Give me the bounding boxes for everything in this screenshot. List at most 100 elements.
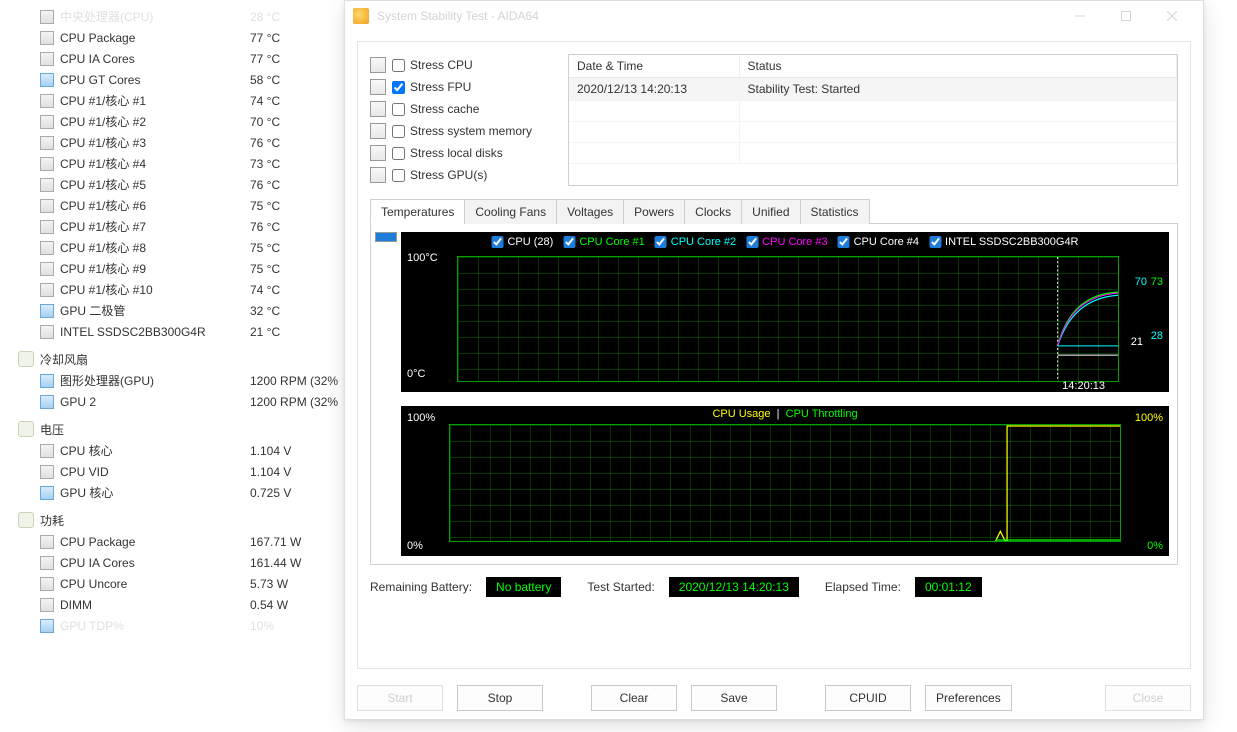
sensor-row[interactable]: CPU #1/核心 #675 °C <box>40 195 340 216</box>
sensor-row[interactable]: CPU 核心1.104 V <box>40 440 340 461</box>
log-row[interactable]: 2020/12/13 14:20:13 Stability Test: Star… <box>569 78 1177 101</box>
tab-clocks[interactable]: Clocks <box>684 199 742 224</box>
legend-checkbox[interactable] <box>655 236 667 248</box>
sensor-icon <box>40 199 54 213</box>
tab-voltages[interactable]: Voltages <box>556 199 624 224</box>
legend-item[interactable]: CPU Core #1 <box>563 236 644 248</box>
sensor-row[interactable]: GPU 二极管32 °C <box>40 300 340 321</box>
sensor-row[interactable]: CPU Uncore5.73 W <box>40 573 340 594</box>
status-line: Remaining Battery: No battery Test Start… <box>370 577 1178 597</box>
legend-checkbox[interactable] <box>746 236 758 248</box>
sensor-row[interactable]: CPU #1/核心 #1074 °C <box>40 279 340 300</box>
sensor-row[interactable]: CPU #1/核心 #975 °C <box>40 258 340 279</box>
tab-unified[interactable]: Unified <box>741 199 800 224</box>
tree-section-header[interactable]: 冷却风扇 <box>18 348 340 370</box>
tab-powers[interactable]: Powers <box>623 199 685 224</box>
sensor-icon <box>40 73 54 87</box>
sensor-row: GPU TDP% 10% <box>40 615 340 636</box>
legend-checkbox[interactable] <box>563 236 575 248</box>
window-title: System Stability Test - AIDA64 <box>377 9 1057 23</box>
tab-temperatures[interactable]: Temperatures <box>370 199 465 224</box>
legend-item[interactable]: CPU Core #4 <box>838 236 919 248</box>
graph-grid <box>457 256 1119 382</box>
col-status[interactable]: Status <box>739 55 1177 78</box>
y-axis-bottom: 0% <box>407 540 423 552</box>
cpuid-button[interactable]: CPUID <box>825 685 911 711</box>
y-axis-top-right: 100% <box>1135 412 1163 424</box>
stress-label: Stress GPU(s) <box>410 168 487 182</box>
legend-item[interactable]: CPU (28) <box>491 236 553 248</box>
sensor-row[interactable]: GPU 21200 RPM (32% <box>40 391 340 412</box>
legend-checkbox[interactable] <box>838 236 850 248</box>
sensor-icon <box>40 31 54 45</box>
sensor-row[interactable]: CPU IA Cores77 °C <box>40 48 340 69</box>
sensor-row[interactable]: CPU Package77 °C <box>40 27 340 48</box>
sensor-row[interactable]: CPU #1/核心 #376 °C <box>40 132 340 153</box>
sensor-row[interactable]: CPU #1/核心 #270 °C <box>40 111 340 132</box>
y-axis-top: 100% <box>407 412 435 424</box>
sensor-row[interactable]: DIMM0.54 W <box>40 594 340 615</box>
sensor-row: 中央处理器(CPU) 28 °C <box>40 6 340 27</box>
sensor-icon <box>40 374 54 388</box>
sensor-icon <box>40 220 54 234</box>
stress-checkbox[interactable] <box>392 103 405 116</box>
legend-checkbox[interactable] <box>929 236 941 248</box>
legend-item[interactable]: CPU Core #3 <box>746 236 827 248</box>
col-datetime[interactable]: Date & Time <box>569 55 739 78</box>
sensor-icon <box>40 598 54 612</box>
stress-option: Stress local disks <box>370 142 560 164</box>
sensor-row[interactable]: CPU VID1.104 V <box>40 461 340 482</box>
tree-section-header[interactable]: 功耗 <box>18 509 340 531</box>
sensor-row[interactable]: 图形处理器(GPU)1200 RPM (32% <box>40 370 340 391</box>
tab-statistics[interactable]: Statistics <box>800 199 870 224</box>
stress-checkbox[interactable] <box>392 169 405 182</box>
sensor-row[interactable]: INTEL SSDSC2BB300G4R21 °C <box>40 321 340 342</box>
sensor-row[interactable]: CPU #1/核心 #776 °C <box>40 216 340 237</box>
legend-item[interactable]: CPU Core #2 <box>655 236 736 248</box>
sensor-row[interactable]: CPU #1/核心 #473 °C <box>40 153 340 174</box>
sensor-row[interactable]: GPU 核心0.725 V <box>40 482 340 503</box>
stress-option: Stress system memory <box>370 120 560 142</box>
legend-item[interactable]: INTEL SSDSC2BB300G4R <box>929 236 1078 248</box>
reading-label: 73 <box>1151 276 1163 288</box>
sensor-row[interactable]: CPU #1/核心 #174 °C <box>40 90 340 111</box>
legend-checkbox[interactable] <box>491 236 503 248</box>
close-dialog-button[interactable]: Close <box>1105 685 1191 711</box>
maximize-button[interactable] <box>1103 1 1149 31</box>
start-button[interactable]: Start <box>357 685 443 711</box>
stress-checkbox[interactable] <box>392 81 405 94</box>
reading-label: 70 <box>1135 276 1147 288</box>
sensor-icon <box>40 395 54 409</box>
stress-icon <box>370 145 386 161</box>
stress-label: Stress FPU <box>410 80 471 94</box>
stress-checkbox[interactable] <box>392 125 405 138</box>
graph-timestamp: 14:20:13 <box>1062 380 1105 392</box>
stress-icon <box>370 101 386 117</box>
sensor-icon <box>40 535 54 549</box>
stress-icon <box>370 79 386 95</box>
clear-button[interactable]: Clear <box>591 685 677 711</box>
sensor-row[interactable]: CPU Package167.71 W <box>40 531 340 552</box>
stress-checkbox[interactable] <box>392 59 405 72</box>
sensor-icon <box>40 556 54 570</box>
stress-label: Stress system memory <box>410 124 532 138</box>
minimize-button[interactable] <box>1057 1 1103 31</box>
sensor-row[interactable]: CPU #1/核心 #875 °C <box>40 237 340 258</box>
series-selector[interactable] <box>371 228 401 560</box>
sensor-row[interactable]: CPU GT Cores58 °C <box>40 69 340 90</box>
app-icon <box>353 8 369 24</box>
preferences-button[interactable]: Preferences <box>925 685 1012 711</box>
graph-grid <box>449 424 1121 542</box>
stress-checkbox[interactable] <box>392 147 405 160</box>
sensor-row[interactable]: CPU #1/核心 #576 °C <box>40 174 340 195</box>
close-button[interactable] <box>1149 1 1195 31</box>
stress-option: Stress cache <box>370 98 560 120</box>
sensor-row[interactable]: CPU IA Cores161.44 W <box>40 552 340 573</box>
tabbar: TemperaturesCooling FansVoltagesPowersCl… <box>370 198 1178 224</box>
tree-section-header[interactable]: 电压 <box>18 418 340 440</box>
save-button[interactable]: Save <box>691 685 777 711</box>
tab-cooling-fans[interactable]: Cooling Fans <box>464 199 557 224</box>
titlebar[interactable]: System Stability Test - AIDA64 <box>345 1 1203 31</box>
stop-button[interactable]: Stop <box>457 685 543 711</box>
tab-panel: CPU (28) CPU Core #1 CPU Core #2 CPU Core #… <box>370 224 1178 565</box>
